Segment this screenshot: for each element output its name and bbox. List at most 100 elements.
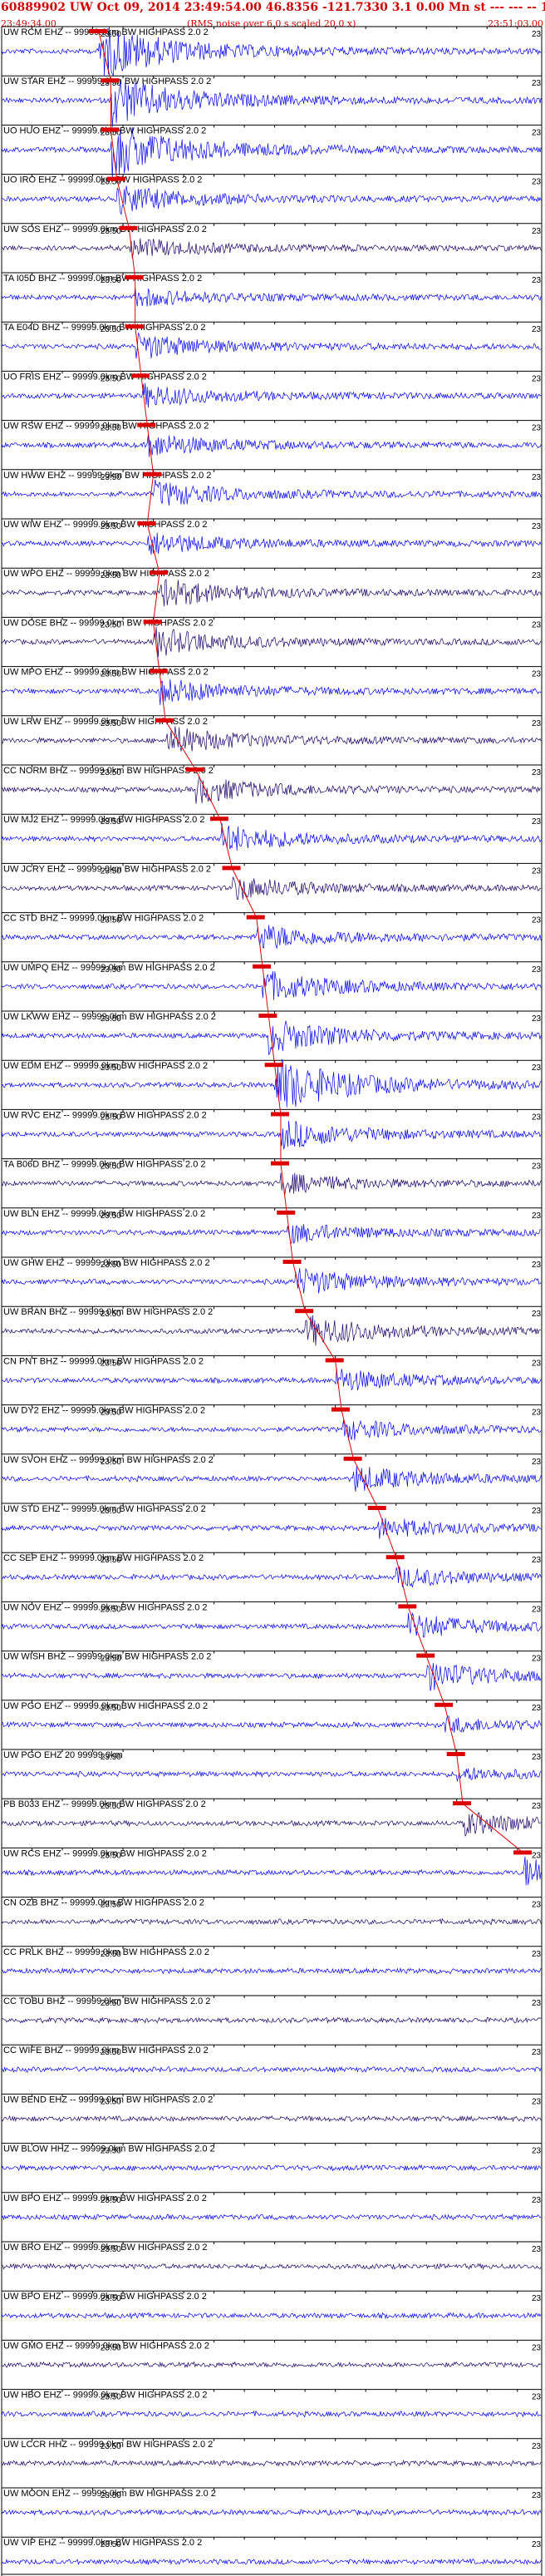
trace-waveform: [1, 1715, 542, 1733]
trace-waveform: [1, 2065, 542, 2074]
end-tick-label: 23: [532, 424, 542, 433]
pick-connector: [262, 966, 269, 1017]
trace-label: UW LRW EHZ -- 99999.0km BW HIGHPASS 2.0 …: [3, 717, 208, 727]
end-tick-label: 23: [532, 2442, 542, 2451]
trace-label: UW BLOW HHZ -- 99999.0km BW HIGHPASS 2.0…: [3, 2144, 215, 2154]
trace-label: UW WIW EHZ -- 99999.0km BW HIGHPASS 2.0 …: [3, 520, 208, 530]
trace-waveform: [1, 1917, 542, 1926]
pick-connector: [268, 1015, 276, 1066]
trace-label: UW BRAN BHZ -- 99999.0km BW HIGHPASS 2.0…: [3, 1307, 213, 1317]
end-tick-label: 23: [532, 1851, 542, 1860]
pick-marker: [264, 1063, 283, 1068]
end-tick-label: 23: [532, 2294, 542, 2303]
end-tick-label: 23: [532, 276, 542, 285]
trace-waveform: [1, 2361, 542, 2368]
end-tick-label: 23: [532, 1704, 542, 1713]
trace-label: UW PGO EHZ 20 99999.0km: [3, 1750, 123, 1760]
trace-label: UW VIP EHZ -- 99999.0km BW HIGHPASS 2.0 …: [3, 2538, 202, 2548]
trace-waveform: [1, 1120, 542, 1150]
pick-marker: [137, 422, 156, 427]
end-tick-label: 23: [532, 2048, 542, 2057]
trace-waveform: [1, 479, 542, 506]
end-tick-label: 23: [532, 2097, 542, 2106]
trace-label: UW BRO EHZ -- 99999.0km BW HIGHPASS 2.0 …: [3, 2243, 208, 2253]
trace-waveform: [1, 1315, 542, 1346]
trace-label: UW LCCR HHZ -- 99999.0km BW HIGHPASS 2.0…: [3, 2440, 213, 2450]
end-tick-label: 23: [532, 1409, 542, 1418]
trace-waveform: [1, 185, 542, 215]
trace-waveform: [1, 876, 542, 901]
trace-label: UO IRO EHZ -- 99999.0km BW HIGHPASS 2.0 …: [3, 175, 202, 185]
end-tick-label: 23: [532, 178, 542, 187]
trace-label: UW RVC EHZ -- 99999.0km BW HIGHPASS 2.0 …: [3, 1110, 207, 1120]
trace-label: UW WISH BHZ -- 99999.0km BW HIGHPASS 2.0…: [3, 1652, 211, 1662]
trace-label: UW SVOH EHZ -- 99999.0km BW HIGHPASS 2.0…: [3, 1455, 214, 1465]
end-tick-label: 23: [532, 1014, 542, 1024]
end-tick-label: 23: [532, 916, 542, 925]
trace-waveform: [1, 925, 542, 950]
trace-label: CN OZB BHZ -- 99999.0km BW HIGHPASS 2.0 …: [3, 1898, 204, 1908]
trace-waveform: [1, 970, 542, 1000]
end-tick-label: 23: [532, 1950, 542, 1959]
trace-label: UW MOON EHZ -- 99999.0km BW HIGHPASS 2.0…: [3, 2489, 216, 2499]
trace-label: CC TOBU BHZ -- 99999.0km BW HIGHPASS 2.0…: [3, 1996, 210, 2006]
trace-label: CC NORM BHZ -- 99999.0km BW HIGHPASS 2.0…: [3, 766, 214, 776]
trace-waveform: [1, 1517, 542, 1539]
pick-connector: [444, 1705, 458, 1755]
end-tick-label: 23: [532, 325, 542, 334]
trace-waveform: [1, 1419, 542, 1441]
end-tick-label: 23: [532, 571, 542, 580]
trace-waveform: [1, 1856, 542, 1886]
trace-waveform: [1, 1812, 542, 1837]
trace-waveform: [1, 1967, 542, 1975]
end-tick-label: 23: [532, 2196, 542, 2205]
trace-waveform: [1, 2558, 542, 2566]
end-tick-label: 23: [532, 1212, 542, 1221]
end-tick-label: 23: [532, 1556, 542, 1565]
trace-label: UW DY2 EHZ -- 99999.0km BW HIGHPASS 2.0 …: [3, 1406, 205, 1416]
trace-label: CN PNT BHZ -- 99999.0km BW HIGHPASS 2.0 …: [3, 1356, 204, 1366]
trace-waveform: [1, 1224, 542, 1245]
end-tick-label: 23: [532, 1063, 542, 1073]
trace-label: UW BLN EHZ -- 99999.0km BW HIGHPASS 2.0 …: [3, 1209, 205, 1219]
trace-waveform: [1, 1172, 542, 1196]
pick-marker: [125, 275, 144, 279]
trace-waveform: [1, 2459, 542, 2467]
pick-connector: [377, 1508, 397, 1558]
end-tick-label: 23: [532, 30, 542, 39]
end-tick-label: 23: [532, 79, 542, 88]
pick-marker: [143, 471, 162, 476]
trace-label: UO FRIS EHZ -- 99999.0km BW HIGHPASS 2.0…: [3, 372, 207, 382]
pick-marker: [88, 29, 107, 33]
trace-waveform: [1, 2410, 542, 2418]
trace-label: TA B06D BHZ -- 99999.0km BW HIGHPASS 2.0…: [3, 1160, 206, 1170]
pick-connector: [462, 1803, 524, 1853]
pick-marker: [137, 521, 156, 526]
trace-waveform: [1, 382, 542, 408]
trace-waveform: [1, 532, 542, 555]
trace-waveform: [1, 2213, 542, 2221]
end-tick-label: 23: [532, 1802, 542, 1811]
trace-label: UW MPO EHZ -- 99999.0km BW HIGHPASS 2.0 …: [3, 668, 209, 678]
end-tick-label: 23: [532, 1261, 542, 1270]
trace-label: UW NOV EHZ -- 99999.0km BW HIGHPASS 2.0 …: [3, 1602, 208, 1612]
trace-label: UW BEND EHZ -- 99999.0km BW HIGHPASS 2.0…: [3, 2095, 213, 2105]
pick-connector: [407, 1606, 427, 1656]
trace-label: CC PRLK BHZ -- 99999.0km BW HIGHPASS 2.0…: [3, 1947, 209, 1957]
end-tick-label: 23: [532, 670, 542, 679]
trace-waveform: [1, 238, 542, 259]
end-tick-label: 23: [532, 817, 542, 827]
trace-waveform: [1, 332, 542, 359]
trace-waveform: [1, 2164, 542, 2172]
end-tick-label: 23: [532, 374, 542, 383]
trace-label: UW HBO EHZ -- 99999.0km BW HIGHPASS 2.0 …: [3, 2391, 208, 2401]
pick-marker: [253, 964, 272, 969]
trace-label: CC STD BHZ -- 99999.0km BW HIGHPASS 2.0 …: [3, 914, 204, 924]
trace-waveform: [1, 1566, 542, 1588]
trace-waveform: [1, 1466, 542, 1492]
trace-waveform: [1, 434, 542, 457]
trace-label: UW SOS EHZ -- 99999.0km BW HIGHPASS 2.0 …: [3, 225, 207, 234]
end-tick-label: 23: [532, 1310, 542, 1319]
pick-connector: [146, 474, 155, 525]
pick-connector: [304, 1310, 336, 1361]
